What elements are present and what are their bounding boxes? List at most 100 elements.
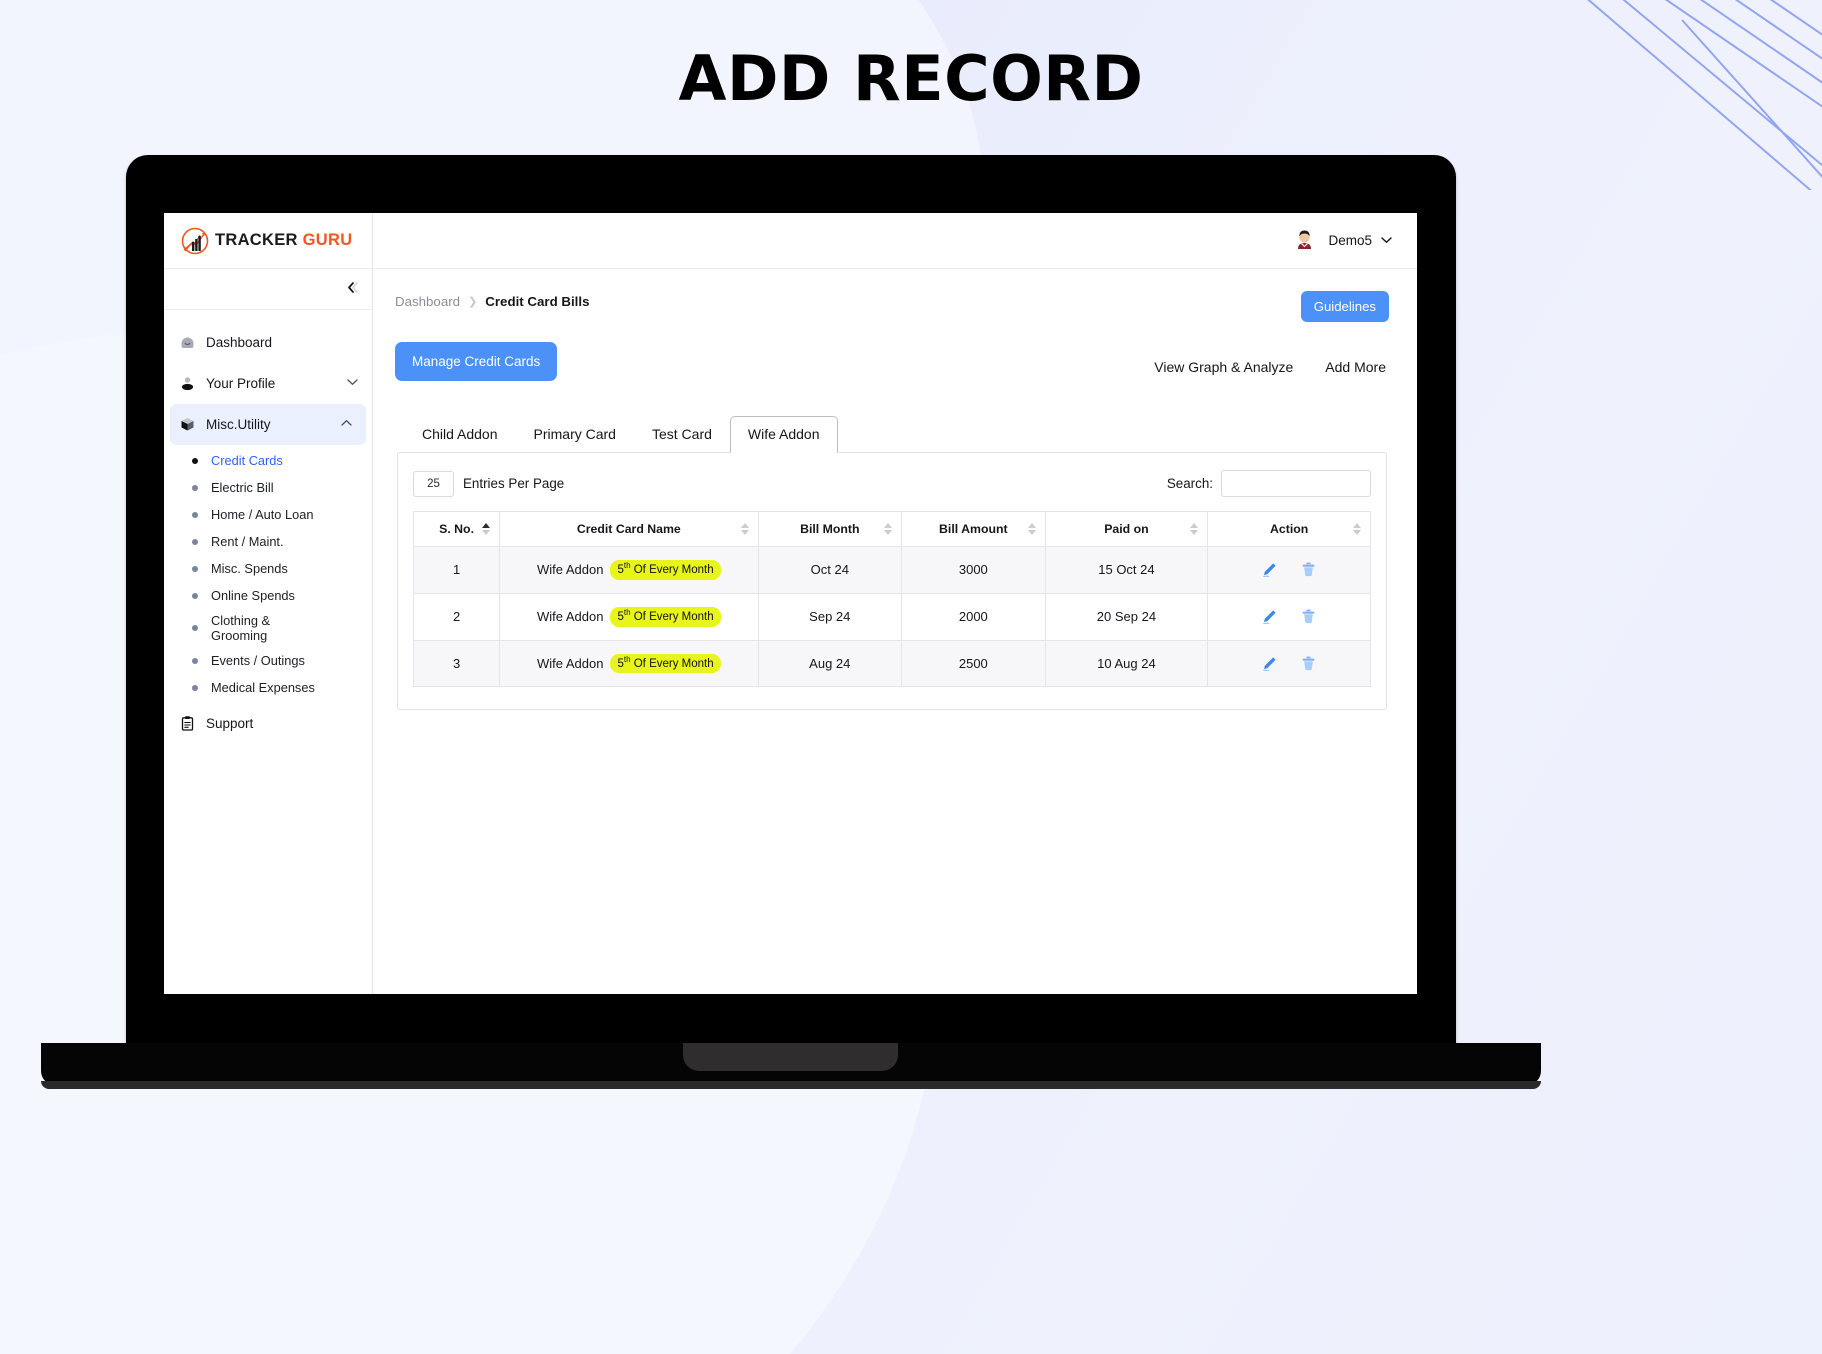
- sidebar-subitem-electric-bill[interactable]: Electric Bill: [164, 474, 372, 501]
- sidebar-subitem-rent-maint[interactable]: Rent / Maint.: [164, 528, 372, 555]
- cell-credit-card-name: Wife Addon 5th Of Every Month: [499, 592, 759, 641]
- search-input[interactable]: [1221, 470, 1371, 497]
- table-row: 2 Wife Addon 5th Of Every Month Sep 24 2: [412, 592, 1371, 641]
- credit-card-name-wrap: Wife Addon 5th Of Every Month: [536, 653, 721, 674]
- tab-test-card[interactable]: Test Card: [634, 416, 730, 453]
- bullet-icon: [192, 592, 198, 599]
- credit-card-name-wrap: Wife Addon 5th Of Every Month: [537, 606, 721, 627]
- bullet-icon: [192, 538, 198, 545]
- sidebar-subitem-home-auto-loan[interactable]: Home / Auto Loan: [164, 501, 372, 528]
- chevron-down-icon[interactable]: [347, 378, 358, 389]
- sidebar-item-label: Your Profile: [206, 376, 276, 391]
- user-name[interactable]: Demo5: [1328, 233, 1372, 248]
- pencil-icon[interactable]: [1261, 655, 1278, 672]
- chevron-down-icon[interactable]: [1381, 235, 1392, 247]
- user-icon: [179, 375, 196, 392]
- chevrons-left-icon[interactable]: [345, 280, 360, 298]
- table-head: S. No. Credit Card Name Bill Month Bill …: [412, 511, 1371, 547]
- bullet-icon: [192, 684, 198, 691]
- badge-text: Of Every Month: [630, 563, 714, 576]
- pencil-icon[interactable]: [1261, 608, 1278, 625]
- cell-sno: 1: [412, 546, 501, 594]
- column-header-credit-card-name[interactable]: Credit Card Name: [499, 511, 759, 547]
- breadcrumb-parent[interactable]: Dashboard: [395, 294, 460, 309]
- sidebar-subitem-label: Medical Expenses: [211, 679, 315, 695]
- action-buttons: [1218, 608, 1360, 625]
- column-header-sno[interactable]: S. No.: [412, 511, 501, 547]
- manage-credit-cards-button[interactable]: Manage Credit Cards: [395, 342, 558, 381]
- sidebar-subitem-medical-expenses[interactable]: Medical Expenses: [164, 674, 372, 701]
- sort-icon: [740, 523, 749, 535]
- tab-wife-addon[interactable]: Wife Addon: [729, 416, 838, 453]
- due-date-badge: 5th Of Every Month: [610, 653, 721, 674]
- sidebar-subitem-label: Credit Cards: [211, 452, 283, 468]
- column-header-action[interactable]: Action: [1207, 511, 1371, 547]
- tracker-guru-logo-icon: [180, 226, 210, 256]
- due-date-badge: 5th Of Every Month: [610, 560, 721, 580]
- cell-bill-month: Sep 24: [757, 592, 903, 641]
- column-header-bill-month[interactable]: Bill Month: [757, 511, 903, 547]
- trash-icon[interactable]: [1300, 655, 1317, 672]
- column-header-label: Bill Amount: [939, 522, 1008, 536]
- sort-icon: [1353, 523, 1361, 535]
- column-header-paid-on[interactable]: Paid on: [1044, 511, 1209, 547]
- cube-icon: [179, 416, 196, 433]
- top-bar: Demo5: [373, 213, 1417, 269]
- sidebar-subitem-clothing-grooming[interactable]: Clothing & Grooming: [164, 609, 372, 647]
- pencil-icon[interactable]: [1261, 561, 1278, 578]
- action-buttons: [1218, 561, 1360, 578]
- search-label: Search:: [1166, 476, 1213, 491]
- column-header-label: Paid on: [1104, 522, 1149, 536]
- search-control: Search:: [1167, 470, 1371, 497]
- column-header-label: Action: [1270, 522, 1309, 536]
- sidebar-nav: Dashboard Your Profile Misc.Utility Cred…: [164, 310, 372, 744]
- dashboard-icon: [179, 334, 196, 351]
- entries-per-page-control: Entries Per Page: [413, 470, 565, 497]
- sort-icon: [1190, 523, 1199, 535]
- laptop-screen: TRACKER GURU Dashboard Your Profile Misc…: [164, 213, 1417, 994]
- sidebar-subitem-credit-cards[interactable]: Credit Cards: [164, 447, 372, 474]
- cell-sno: 2: [412, 592, 501, 641]
- cell-credit-card-name: Wife Addon 5th Of Every Month: [499, 639, 759, 688]
- avatar[interactable]: [1290, 226, 1320, 255]
- application-window: TRACKER GURU Dashboard Your Profile Misc…: [164, 213, 1417, 994]
- bullet-icon: [192, 484, 198, 491]
- cell-sno: 3: [412, 639, 501, 688]
- trash-icon[interactable]: [1300, 561, 1317, 578]
- entries-per-page-input[interactable]: [413, 470, 454, 497]
- view-graph-analyze-link[interactable]: View Graph & Analyze: [1154, 359, 1293, 375]
- tab-primary-card[interactable]: Primary Card: [516, 416, 634, 453]
- bullet-icon: [192, 565, 198, 572]
- trash-icon[interactable]: [1300, 608, 1317, 625]
- brand-name: TRACKER GURU: [215, 231, 352, 250]
- sidebar-item-misc-utility[interactable]: Misc.Utility: [170, 404, 366, 445]
- cell-action: [1207, 592, 1371, 641]
- sidebar-item-your-profile[interactable]: Your Profile: [164, 363, 372, 404]
- column-header-bill-amount[interactable]: Bill Amount: [901, 511, 1046, 547]
- main-area: Demo5 Dashboard ❯ Credit Card Bills Guid…: [373, 213, 1417, 994]
- credit-card-name: Wife Addon: [536, 655, 604, 671]
- chevron-up-icon[interactable]: [341, 419, 352, 430]
- badge-ordinal-suffix: th: [623, 561, 631, 570]
- sort-icon: [884, 523, 893, 535]
- cell-paid-on: 10 Aug 24: [1044, 639, 1209, 688]
- sidebar-item-label: Misc.Utility: [206, 417, 271, 432]
- card-tabs: Child Addon Primary Card Test Card Wife …: [395, 415, 1389, 453]
- brand-logo[interactable]: TRACKER GURU: [164, 213, 372, 269]
- entries-per-page-label: Entries Per Page: [463, 476, 565, 491]
- cell-bill-month: Oct 24: [757, 546, 903, 594]
- sidebar-subitem-misc-spends[interactable]: Misc. Spends: [164, 555, 372, 582]
- sidebar-item-dashboard[interactable]: Dashboard: [164, 322, 372, 363]
- table-body: 1 Wife Addon 5th Of Every Month Oct 24 3: [412, 546, 1371, 688]
- brand-name-secondary: GURU: [302, 231, 353, 249]
- sidebar-subitem-online-spends[interactable]: Online Spends: [164, 582, 372, 609]
- cell-bill-month: Aug 24: [757, 639, 903, 688]
- credit-card-name-wrap: Wife Addon 5th Of Every Month: [537, 560, 721, 580]
- sidebar-subitem-events-outings[interactable]: Events / Outings: [164, 647, 372, 674]
- sidebar-collapse-row: [164, 269, 372, 310]
- sidebar-item-support[interactable]: Support: [164, 703, 372, 744]
- tab-child-addon[interactable]: Child Addon: [404, 416, 516, 453]
- guidelines-button[interactable]: Guidelines: [1300, 291, 1389, 322]
- add-more-link[interactable]: Add More: [1325, 359, 1386, 375]
- cell-paid-on: 20 Sep 24: [1044, 592, 1209, 641]
